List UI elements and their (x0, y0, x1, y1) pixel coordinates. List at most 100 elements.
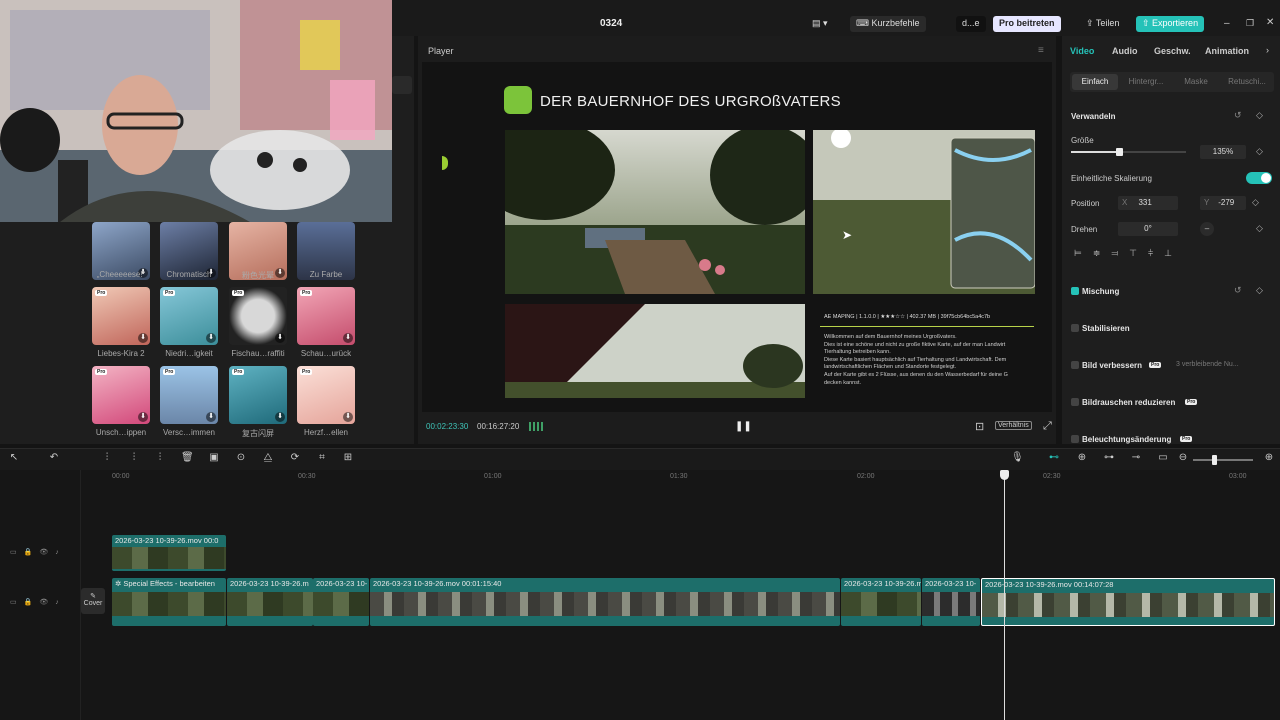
clip-label: 2026-03-23 10- (925, 579, 977, 588)
download-icon[interactable]: ⬇ (206, 333, 216, 343)
trim-left-icon[interactable]: ⫶ (128, 452, 140, 464)
trimmed-button[interactable]: d...e (956, 16, 986, 32)
uniform-scale-toggle[interactable] (1246, 172, 1272, 184)
video-clip[interactable]: ✲ Special Effects - bearbeiten (112, 578, 226, 626)
download-icon[interactable]: ⬇ (343, 412, 353, 422)
layout-icon[interactable]: ▤ ▾ (806, 16, 834, 32)
keyframe-icon[interactable]: ◇ (1256, 146, 1263, 157)
zoom-slider[interactable] (1193, 459, 1253, 461)
download-icon[interactable]: ⬇ (343, 333, 353, 343)
download-icon[interactable]: ⬇ (206, 412, 216, 422)
trim-right-icon[interactable]: ⫶ (154, 452, 166, 464)
download-icon[interactable]: ⬇ (138, 333, 148, 343)
media-label: 粉色光晕 (242, 271, 274, 280)
tab-video[interactable]: Video (1070, 46, 1094, 56)
selected-video-clip[interactable]: 2026-03-23 10-39-26.mov 00:14:07:28 (981, 578, 1275, 626)
link-icon[interactable]: ⊕ (1076, 452, 1088, 464)
keyframe-icon[interactable]: ◇ (1256, 223, 1263, 234)
reset-icon[interactable]: ↺ (1234, 285, 1242, 296)
size-slider[interactable] (1071, 151, 1186, 153)
preview-axis-icon[interactable]: ⊸ (1130, 452, 1142, 464)
download-icon[interactable]: ⬇ (275, 412, 285, 422)
more-tabs-icon[interactable]: › (1266, 45, 1269, 55)
chain-icon[interactable]: ⊶ (1103, 452, 1115, 464)
media-thumb[interactable]: Pro ⬇ (92, 287, 150, 345)
media-thumb[interactable]: Pro ⬇ (160, 366, 218, 424)
video-clip[interactable]: 2026-03-23 10- (313, 578, 369, 626)
video-clip[interactable]: 2026-03-23 10-39-26.mov 00:01:15:40 (370, 578, 840, 626)
microphone-icon[interactable]: 🎙 (1011, 452, 1024, 464)
reset-icon[interactable]: ↺ (1234, 110, 1242, 121)
keyframe-icon[interactable]: ◇ (1256, 285, 1263, 296)
share-button[interactable]: ⇪ Teilen (1080, 16, 1125, 32)
media-thumb[interactable]: Pro ⬇ (160, 287, 218, 345)
download-icon[interactable]: ⬇ (275, 333, 285, 343)
shortcuts-button[interactable]: ⌨ Kurzbefehle (850, 16, 926, 32)
playhead-handle[interactable] (1000, 470, 1009, 480)
split-icon[interactable]: ⫶ (101, 452, 113, 464)
snap-icon[interactable]: ⊷ (1048, 452, 1060, 464)
auto-reframe-icon[interactable]: ⊞ (342, 452, 354, 464)
media-thumb[interactable]: Pro ⬇ (297, 287, 355, 345)
stabilize-checkbox[interactable] (1071, 324, 1079, 332)
mix-checkbox[interactable] (1071, 287, 1079, 295)
video-clip[interactable]: 2026-03-23 10-39-26.mov 00:0 (112, 535, 226, 571)
track-controls-icons[interactable]: ▭🔒👁♪ (10, 598, 66, 606)
fullscreen-icon[interactable]: ⤢ (1043, 420, 1052, 433)
delete-icon[interactable]: 🗑 (181, 452, 194, 464)
download-icon[interactable]: ⬇ (138, 412, 148, 422)
subtab-background[interactable]: Hintergr... (1122, 74, 1170, 90)
zoom-slider-handle[interactable] (1212, 455, 1217, 465)
fit-zoom-icon[interactable]: ⊕ (1263, 452, 1275, 464)
menu-icon[interactable]: ≡ (1038, 45, 1044, 56)
tab-audio[interactable]: Audio (1112, 46, 1138, 56)
position-x-input[interactable]: X 331 (1118, 196, 1178, 210)
keyframe-icon[interactable]: ◇ (1256, 110, 1263, 121)
rotate-dial-icon[interactable]: – (1200, 222, 1214, 236)
media-thumb[interactable]: Pro ⬇ (297, 366, 355, 424)
lighting-checkbox[interactable] (1071, 435, 1079, 443)
tab-animation[interactable]: Animation (1205, 46, 1249, 56)
minimize-icon[interactable]: – (1224, 18, 1230, 29)
video-clip[interactable]: 2026-03-23 10- (922, 578, 980, 626)
search-field[interactable] (392, 76, 412, 94)
pro-join-button[interactable]: Pro beitreten (993, 16, 1061, 32)
caption-icon[interactable]: ▭ (1157, 452, 1169, 464)
subtab-mask[interactable]: Maske (1174, 74, 1218, 90)
maximize-icon[interactable]: ❐ (1246, 18, 1254, 29)
rotate-icon[interactable]: ⟳ (289, 452, 301, 464)
media-label: Versc…immen (162, 428, 215, 437)
freeze-icon[interactable]: ▣ (208, 452, 220, 464)
undo-icon[interactable]: ↶ (48, 452, 60, 464)
rotate-input[interactable]: 0° (1118, 222, 1178, 236)
zoom-out-icon[interactable]: ⊖ (1177, 452, 1189, 464)
pause-icon[interactable]: ❚❚ (735, 421, 752, 432)
select-tool-icon[interactable]: ↖ (8, 452, 20, 464)
subtab-retouch[interactable]: Retuschi... (1222, 74, 1272, 90)
screenshot-icon[interactable]: ⊡ (975, 420, 984, 433)
media-thumb[interactable]: Pro ⬇ (92, 366, 150, 424)
play-range-icon[interactable]: ⊙ (235, 452, 247, 464)
position-y-input[interactable]: Y -279 (1200, 196, 1246, 210)
enhance-checkbox[interactable] (1071, 361, 1079, 369)
media-thumb[interactable]: Pro ⬇ (229, 287, 287, 345)
size-input[interactable]: 135% (1200, 145, 1246, 159)
video-clip[interactable]: 2026-03-23 10-39-26.m (227, 578, 313, 626)
enhance-note: 3 verbleibende Nu... (1176, 361, 1239, 368)
ratio-button[interactable]: Verhältnis (995, 421, 1032, 430)
denoise-checkbox[interactable] (1071, 398, 1079, 406)
track-controls-icons[interactable]: ▭🔒👁♪ (10, 548, 66, 556)
export-button[interactable]: ⇧ Exportieren (1136, 16, 1205, 32)
mirror-icon[interactable]: ⧋ (262, 452, 274, 464)
size-slider-handle[interactable] (1116, 148, 1124, 156)
media-thumb[interactable]: Pro ⬇ (229, 366, 287, 424)
playhead[interactable] (1004, 472, 1005, 720)
subtab-basic[interactable]: Einfach (1072, 74, 1118, 90)
keyframe-icon[interactable]: ◇ (1252, 197, 1259, 208)
cover-button[interactable]: ✎ Cover (81, 588, 105, 614)
tab-speed[interactable]: Geschw. (1154, 46, 1191, 56)
close-icon[interactable]: ✕ (1266, 17, 1274, 28)
align-icons[interactable]: ⊨≑⫤⊤⫩⊥ (1074, 248, 1183, 259)
crop-icon[interactable]: ⌗ (316, 452, 328, 464)
video-clip[interactable]: 2026-03-23 10-39-26.m (841, 578, 921, 626)
